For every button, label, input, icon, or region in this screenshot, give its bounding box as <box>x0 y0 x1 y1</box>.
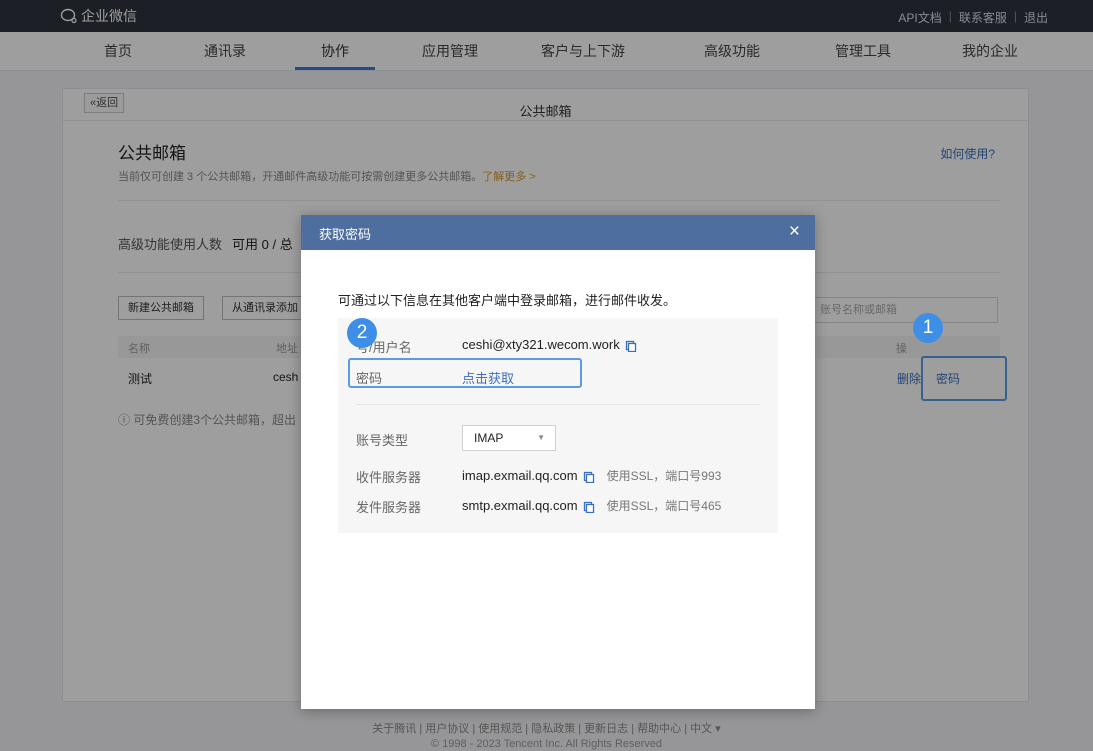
incoming-server-value: imap.exmail.qq.com 使用SSL，端口号993 <box>462 467 721 484</box>
copy-icon[interactable] <box>583 471 595 483</box>
close-icon[interactable]: × <box>789 221 800 243</box>
outgoing-server-value: smtp.exmail.qq.com 使用SSL，端口号465 <box>462 497 721 514</box>
account-type-label: 账号类型 <box>356 433 409 448</box>
dialog-header: 获取密码 × <box>301 215 815 250</box>
account-email: ceshi@xty321.wecom.work <box>462 337 620 352</box>
dialog-intro: 可通过以下信息在其他客户端中登录邮箱，进行邮件收发。 <box>338 293 677 308</box>
chevron-down-icon: ▼ <box>537 433 545 442</box>
outgoing-ssl-info: 使用SSL，端口号465 <box>606 499 722 513</box>
highlight-box-password-row <box>348 358 582 388</box>
dialog-title: 获取密码 <box>319 227 372 242</box>
incoming-server-label: 收件服务器 <box>356 470 422 485</box>
get-password-dialog: 获取密码 × 可通过以下信息在其他客户端中登录邮箱，进行邮件收发。 号/用户名 … <box>301 215 815 709</box>
copy-icon[interactable] <box>583 501 595 513</box>
step-badge-1: 1 <box>913 313 943 343</box>
outgoing-server-host: smtp.exmail.qq.com <box>462 498 578 513</box>
copy-icon[interactable] <box>625 340 637 352</box>
account-type-select[interactable]: IMAP ▼ <box>462 425 556 451</box>
incoming-server-host: imap.exmail.qq.com <box>462 468 578 483</box>
step-badge-2: 2 <box>347 318 377 348</box>
divider <box>356 404 760 405</box>
account-type-value: IMAP <box>474 431 504 445</box>
incoming-ssl-info: 使用SSL，端口号993 <box>606 469 722 483</box>
account-info-box: 号/用户名 ceshi@xty321.wecom.work 密码 点击获取 账号… <box>338 318 778 533</box>
outgoing-server-label: 发件服务器 <box>356 500 422 515</box>
account-value: ceshi@xty321.wecom.work <box>462 337 637 352</box>
